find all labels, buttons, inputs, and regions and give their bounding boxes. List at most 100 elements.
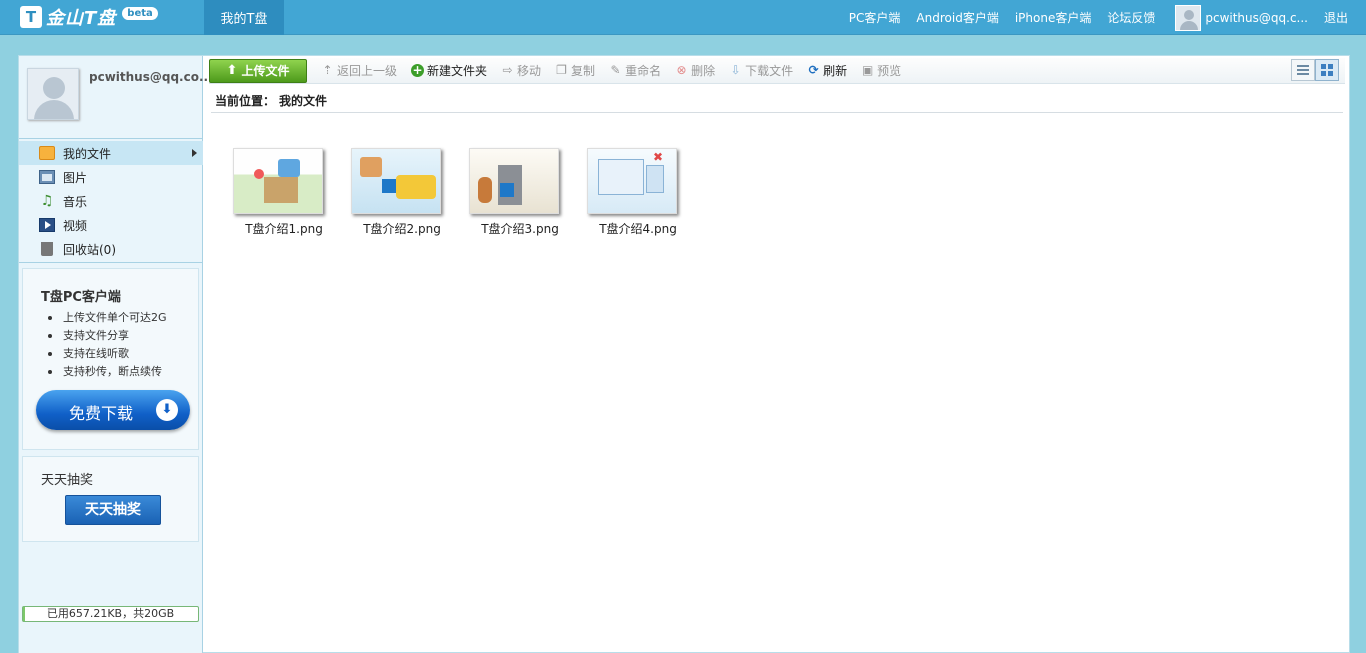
logout-link[interactable]: 退出: [1324, 9, 1348, 26]
top-bar: T 金山T盘 beta 我的T盘 PC客户端 Android客户端 iPhone…: [0, 0, 1366, 35]
file-name: T盘介绍2.png: [363, 222, 441, 236]
sidebar-item-label: 音乐: [63, 194, 88, 209]
file-item[interactable]: T盘介绍3.png: [461, 148, 579, 237]
rename-label: 重命名: [625, 64, 662, 78]
copy-button[interactable]: ❐ 复制: [555, 62, 595, 79]
video-icon: [39, 218, 55, 232]
chevron-right-icon: [192, 149, 197, 157]
free-download-button[interactable]: 免费下载 ⬇: [36, 390, 190, 430]
sidebar-item-label: 我的文件: [63, 146, 112, 161]
user-avatar-icon[interactable]: [1175, 4, 1202, 31]
beta-badge: beta: [122, 6, 158, 20]
download-arrow-icon: ⬇: [156, 399, 178, 421]
folder-icon: [39, 146, 55, 160]
toolbar: ⬆ 上传文件 ⇡ 返回上一级 + 新建文件夹 ⇨ 移动 ❐ 复制 ✎ 重命名 ⊗…: [209, 58, 1345, 84]
new-folder-icon: +: [411, 63, 425, 77]
sidebar-item-my-files[interactable]: 我的文件: [19, 141, 203, 165]
upload-label: 上传文件: [241, 64, 290, 78]
iphone-client-link[interactable]: iPhone客户端: [1015, 9, 1092, 26]
sidebar-nav: 我的文件 图片 ♫ 音乐 视频 回收站(0): [19, 138, 203, 261]
preview-label: 预览: [877, 64, 902, 78]
new-folder-button[interactable]: + 新建文件夹: [411, 62, 487, 79]
sidebar: pcwithus@qq.co... 我的文件 图片 ♫ 音乐 视频 回收站(0)…: [19, 56, 213, 653]
avatar[interactable]: [27, 68, 79, 120]
music-icon: ♫: [40, 193, 54, 209]
free-download-label: 免费下载: [69, 404, 134, 423]
file-thumbnail: [469, 148, 559, 214]
delete-button[interactable]: ⊗ 删除: [675, 62, 716, 79]
breadcrumb: 当前位置： 我的文件: [215, 92, 327, 109]
profile-name: pcwithus@qq.co...: [89, 70, 213, 84]
view-switch: [1291, 59, 1339, 81]
list-item: 支持秒传，断点续传: [45, 363, 167, 381]
breadcrumb-label: 当前位置：: [215, 94, 276, 108]
file-thumbnail: [351, 148, 441, 214]
sidebar-item-recycle-bin[interactable]: 回收站(0): [19, 237, 203, 261]
file-thumbnail: ✖: [587, 148, 677, 214]
profile: [27, 68, 79, 120]
move-icon: ⇨: [502, 63, 513, 77]
list-view-icon: [1297, 65, 1309, 75]
refresh-label: 刷新: [823, 64, 848, 78]
copy-icon: ❐: [556, 63, 567, 77]
main-container: pcwithus@qq.co... 我的文件 图片 ♫ 音乐 视频 回收站(0)…: [18, 55, 1350, 653]
lottery-button[interactable]: 天天抽奖: [65, 495, 161, 525]
move-label: 移动: [517, 64, 542, 78]
file-name: T盘介绍4.png: [599, 222, 677, 236]
back-label: 返回上一级: [337, 64, 398, 78]
sidebar-item-music[interactable]: ♫ 音乐: [19, 189, 203, 213]
list-item: 上传文件单个可达2G: [45, 309, 167, 327]
file-item[interactable]: T盘介绍1.png: [225, 148, 343, 237]
grid-view-button[interactable]: [1315, 59, 1339, 81]
upload-file-button[interactable]: ⬆ 上传文件: [209, 58, 307, 83]
back-icon: ⇡: [322, 63, 333, 77]
lottery-title: 天天抽奖: [41, 473, 94, 488]
move-button[interactable]: ⇨ 移动: [501, 62, 542, 79]
top-links: PC客户端 Android客户端 iPhone客户端 论坛反馈 pcwithus…: [833, 0, 1348, 35]
storage-quota-bar: 已用657.21KB，共20GB: [22, 606, 199, 622]
sidebar-item-label: 图片: [63, 170, 88, 185]
download-button[interactable]: ⇩ 下载文件: [729, 62, 794, 79]
quota-fill: [23, 607, 25, 621]
file-item[interactable]: T盘介绍2.png: [343, 148, 461, 237]
t-logo-icon: T: [20, 6, 42, 28]
rename-button[interactable]: ✎ 重命名: [609, 62, 662, 79]
sidebar-item-label: 视频: [63, 218, 88, 233]
new-folder-label: 新建文件夹: [427, 64, 488, 78]
tab-my-tpan[interactable]: 我的T盘: [204, 0, 284, 35]
pc-client-promo: T盘PC客户端 上传文件单个可达2G 支持文件分享 支持在线听歌 支持秒传，断点…: [22, 268, 199, 450]
download-icon: ⇩: [730, 63, 741, 77]
file-name: T盘介绍1.png: [245, 222, 323, 236]
logo[interactable]: T 金山T盘 beta: [20, 5, 158, 29]
delete-icon: ⊗: [676, 63, 687, 77]
sidebar-item-pictures[interactable]: 图片: [19, 165, 203, 189]
preview-button[interactable]: ▣ 预览: [861, 62, 901, 79]
promo-feature-list: 上传文件单个可达2G 支持文件分享 支持在线听歌 支持秒传，断点续传: [45, 309, 167, 381]
pc-client-link[interactable]: PC客户端: [849, 9, 901, 26]
upload-arrow-icon: ⬆: [226, 63, 238, 78]
preview-icon: ▣: [861, 63, 874, 77]
refresh-icon: ⟳: [808, 63, 819, 77]
file-thumbnail: [233, 148, 323, 214]
divider: [211, 112, 1343, 113]
android-client-link[interactable]: Android客户端: [916, 9, 998, 26]
daily-lottery-panel: 天天抽奖 天天抽奖: [22, 456, 199, 542]
file-grid: T盘介绍1.png T盘介绍2.png T盘介绍3.png ✖ T盘介绍4.pn…: [225, 148, 697, 237]
list-view-button[interactable]: [1291, 59, 1315, 81]
grid-view-icon: [1321, 64, 1333, 76]
back-button[interactable]: ⇡ 返回上一级: [321, 62, 397, 79]
file-item[interactable]: ✖ T盘介绍4.png: [579, 148, 697, 237]
refresh-button[interactable]: ⟳ 刷新: [807, 62, 848, 79]
logo-text: 金山T盘: [46, 8, 117, 29]
trash-icon: [41, 242, 53, 256]
delete-label: 删除: [691, 64, 716, 78]
promo-title: T盘PC客户端: [41, 290, 121, 305]
sidebar-item-label: 回收站(0): [63, 242, 116, 257]
list-item: 支持文件分享: [45, 327, 167, 345]
breadcrumb-current[interactable]: 我的文件: [279, 94, 327, 108]
sidebar-item-video[interactable]: 视频: [19, 213, 203, 237]
user-account-link[interactable]: pcwithus@qq.c...: [1205, 11, 1308, 25]
forum-feedback-link[interactable]: 论坛反馈: [1107, 9, 1155, 26]
download-label: 下载文件: [745, 64, 794, 78]
quota-text: 已用657.21KB，共20GB: [46, 607, 175, 620]
